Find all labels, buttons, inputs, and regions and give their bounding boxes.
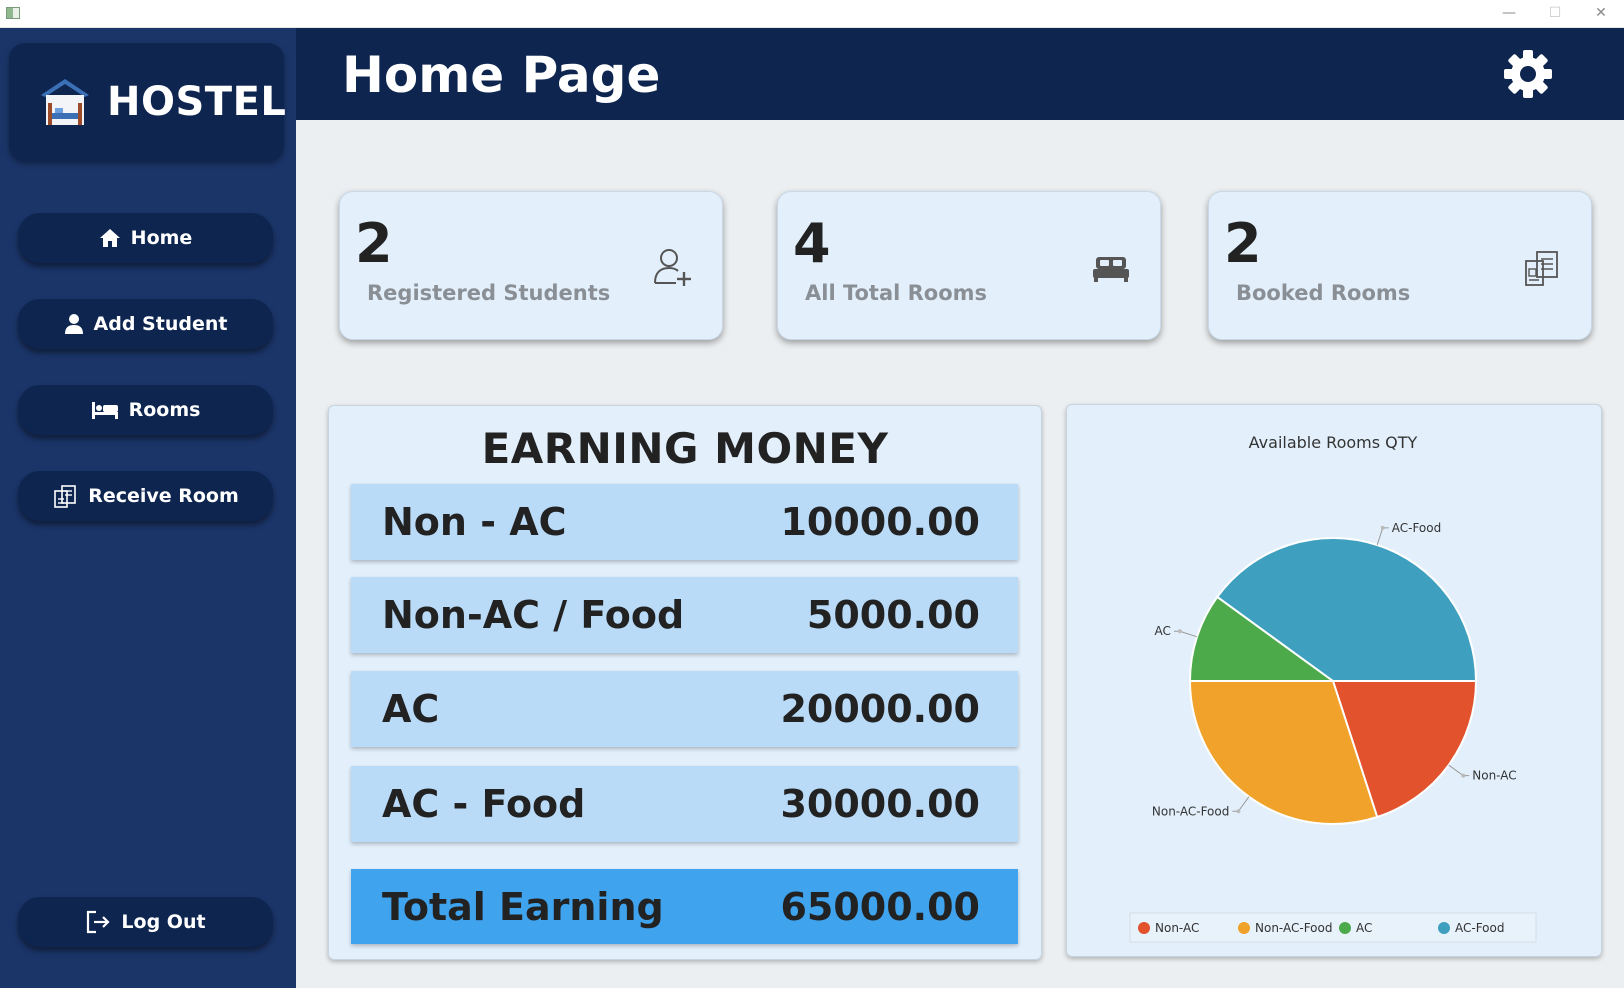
nav-add-student-label: Add Student xyxy=(93,313,228,335)
pie-leader-non-ac-food xyxy=(1232,796,1250,812)
earning-value: 30000.00 xyxy=(780,782,980,826)
pie-label-non-ac-food: Non-AC-Food xyxy=(1152,804,1229,818)
nav-rooms-label: Rooms xyxy=(128,399,201,421)
bed-icon xyxy=(91,402,118,419)
user-icon xyxy=(64,314,83,334)
pie-label-non-ac: Non-AC xyxy=(1472,769,1516,783)
stat-value: 4 xyxy=(793,212,831,275)
stat-label: Booked Rooms xyxy=(1236,281,1411,305)
stat-value: 2 xyxy=(355,212,393,275)
nav-receive-room-button[interactable]: Receive Room xyxy=(18,471,273,521)
earning-row-non-ac: Non - AC 10000.00 xyxy=(351,484,1018,560)
logout-icon xyxy=(87,910,110,934)
stat-label: All Total Rooms xyxy=(805,281,988,305)
pie-leader-non-ac xyxy=(1448,764,1470,777)
close-button[interactable]: ✕ xyxy=(1578,0,1624,28)
logout-button[interactable]: Log Out xyxy=(18,897,273,947)
pie-leader-ac xyxy=(1173,630,1198,638)
maximize-button[interactable]: ☐ xyxy=(1532,0,1578,28)
earning-value: 10000.00 xyxy=(780,500,980,544)
earning-value: 5000.00 xyxy=(806,593,980,637)
earning-label: Non - AC xyxy=(382,500,567,544)
nav-home-button[interactable]: Home xyxy=(18,213,273,263)
legend-swatch-ac-food xyxy=(1438,922,1450,934)
app-icon xyxy=(6,7,20,19)
window-titlebar: — ☐ ✕ xyxy=(0,0,1624,28)
legend-swatch-non-ac-food xyxy=(1238,922,1250,934)
receive-room-icon xyxy=(54,485,76,508)
earning-label: Non-AC / Food xyxy=(382,593,685,637)
nav-receive-room-label: Receive Room xyxy=(88,485,239,507)
legend-swatch-non-ac xyxy=(1138,922,1150,934)
pie-leader-ac-food xyxy=(1376,527,1389,546)
pie-label-ac: AC xyxy=(1154,624,1170,638)
logout-label: Log Out xyxy=(121,911,206,933)
nav-add-student-button[interactable]: Add Student xyxy=(18,299,273,349)
legend-swatch-ac xyxy=(1339,922,1351,934)
earning-panel: EARNING MONEY Non - AC 10000.00 Non-AC /… xyxy=(328,405,1042,960)
header: Home Page xyxy=(296,28,1624,120)
pie-leader-dot xyxy=(1380,525,1385,530)
legend-label-ac: AC xyxy=(1356,921,1372,935)
total-earning-label: Total Earning xyxy=(382,885,664,929)
legend-label-ac-food: AC-Food xyxy=(1455,921,1504,935)
pie-leader-dot xyxy=(1461,773,1466,778)
stat-label: Registered Students xyxy=(367,281,611,305)
nav-rooms-button[interactable]: Rooms xyxy=(18,385,273,435)
earning-value: 20000.00 xyxy=(780,687,980,731)
stat-value: 2 xyxy=(1224,212,1262,275)
stat-card-registered-students: 2 Registered Students xyxy=(339,191,723,340)
page-title: Home Page xyxy=(342,46,661,104)
pie-chart: Available Rooms QTY Non-AC Non-AC-Food AC AC… xyxy=(1129,433,1537,943)
stat-card-booked-rooms: 2 Booked Rooms xyxy=(1208,191,1592,340)
minimize-button[interactable]: — xyxy=(1486,0,1532,28)
pie-label-ac-food: AC-Food xyxy=(1392,521,1441,535)
earning-title: EARNING MONEY xyxy=(481,424,889,473)
earning-row-total: Total Earning 65000.00 xyxy=(351,869,1018,944)
add-user-icon xyxy=(654,249,691,286)
sidebar: HOSTEL Home Add Student Rooms Receive Ro… xyxy=(0,28,296,988)
stat-card-total-rooms: 4 All Total Rooms xyxy=(777,191,1161,340)
logo-card: HOSTEL xyxy=(9,43,287,161)
rooms-chart-panel: Available Rooms QTY Non-AC Non-AC-Food AC AC… xyxy=(1066,404,1602,957)
nav-home-label: Home xyxy=(130,227,193,249)
legend-label-non-ac: Non-AC xyxy=(1155,921,1199,935)
earning-label: AC - Food xyxy=(382,782,586,826)
gear-icon[interactable] xyxy=(1502,48,1554,100)
home-icon xyxy=(99,229,120,247)
total-earning-value: 65000.00 xyxy=(780,885,980,929)
pie-leader-dot xyxy=(1236,809,1241,814)
earning-label: AC xyxy=(382,687,440,731)
logo-text: HOSTEL xyxy=(107,79,287,125)
hostel-icon xyxy=(41,79,89,125)
earning-row-non-ac-food: Non-AC / Food 5000.00 xyxy=(351,577,1018,653)
bed-icon xyxy=(1093,257,1129,282)
earning-row-ac-food: AC - Food 30000.00 xyxy=(351,766,1018,842)
chart-title: Available Rooms QTY xyxy=(1249,433,1418,452)
legend-label-non-ac-food: Non-AC-Food xyxy=(1255,921,1332,935)
pie-leader-dot xyxy=(1177,629,1182,634)
earning-row-ac: AC 20000.00 xyxy=(351,671,1018,747)
booked-icon xyxy=(1525,251,1558,286)
